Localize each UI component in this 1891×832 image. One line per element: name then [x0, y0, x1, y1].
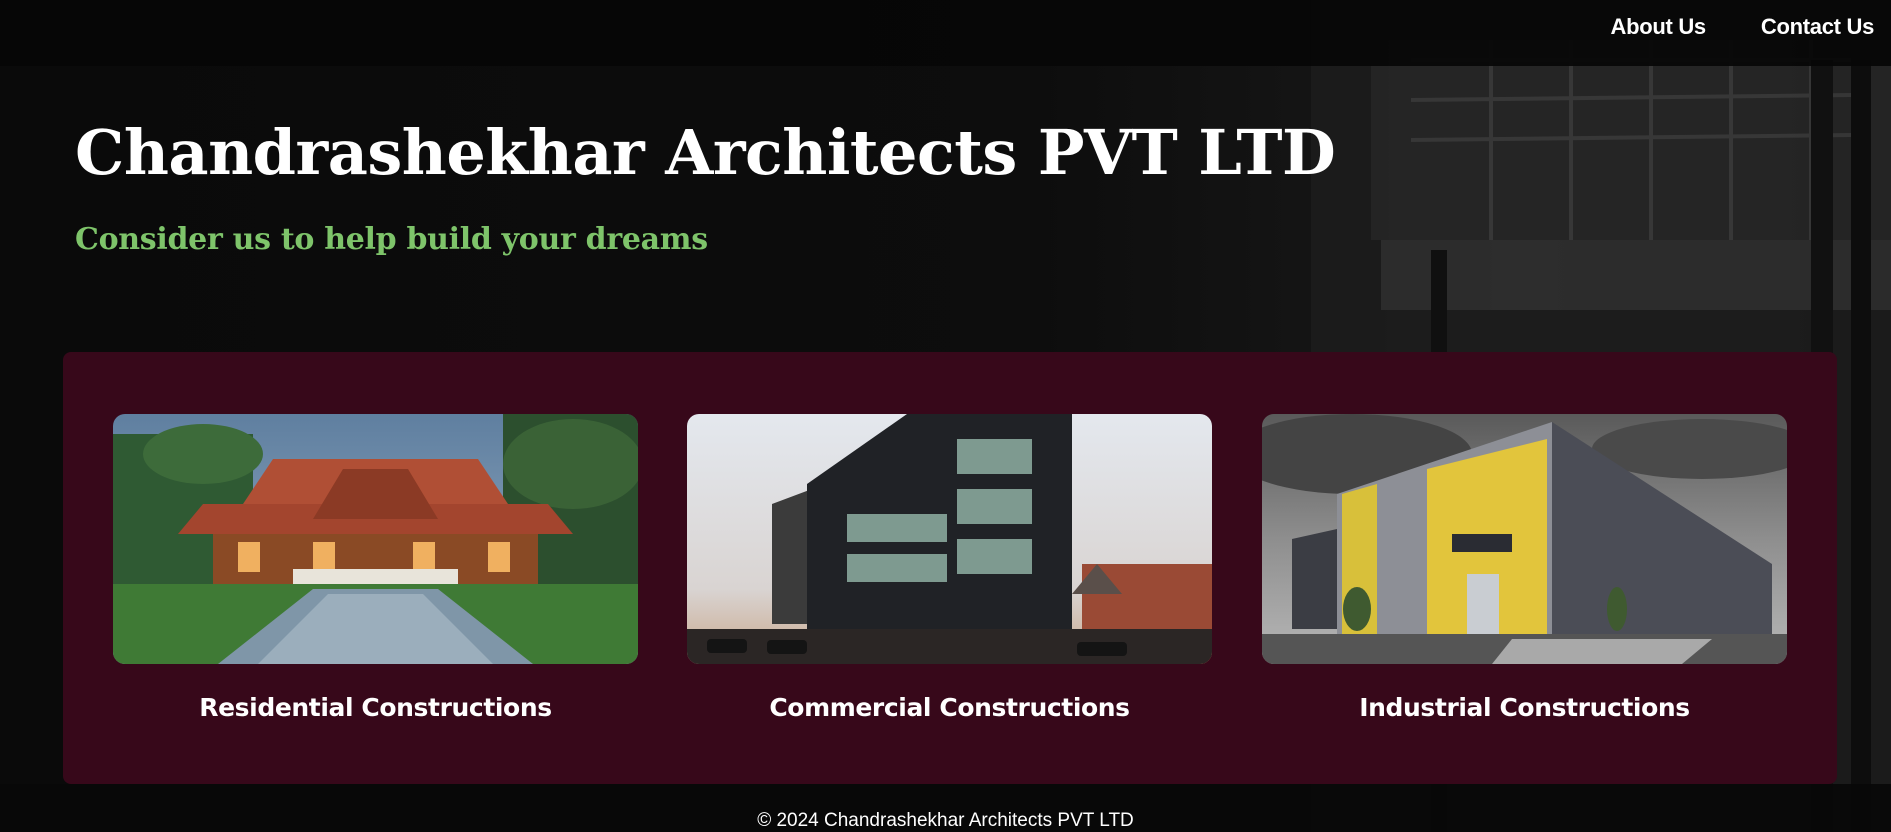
service-card-commercial[interactable]: Commercial Constructions [687, 414, 1212, 722]
service-title-industrial: Industrial Constructions [1359, 693, 1690, 722]
warehouse-photo [1262, 414, 1787, 664]
service-card-industrial[interactable]: Industrial Constructions [1262, 414, 1787, 722]
services-panel: Residential Constructions Commercial Con… [63, 352, 1837, 784]
house-photo [113, 414, 638, 664]
copyright-text: © 2024 Chandrashekhar Architects PVT LTD [757, 810, 1134, 831]
company-title: Chandrashekhar Architects PVT LTD [75, 116, 1336, 189]
footer: © 2024 Chandrashekhar Architects PVT LTD [0, 784, 1891, 832]
main-nav: About Us Contact Us [1611, 14, 1875, 40]
service-title-residential: Residential Constructions [199, 693, 552, 722]
service-card-residential[interactable]: Residential Constructions [113, 414, 638, 722]
top-navigation-bar: About Us Contact Us [0, 0, 1891, 66]
office-building-photo [687, 414, 1212, 664]
service-title-commercial: Commercial Constructions [769, 693, 1130, 722]
tagline: Consider us to help build your dreams [75, 222, 708, 257]
nav-link-contact-us[interactable]: Contact Us [1761, 14, 1874, 40]
nav-link-about-us[interactable]: About Us [1611, 14, 1707, 40]
